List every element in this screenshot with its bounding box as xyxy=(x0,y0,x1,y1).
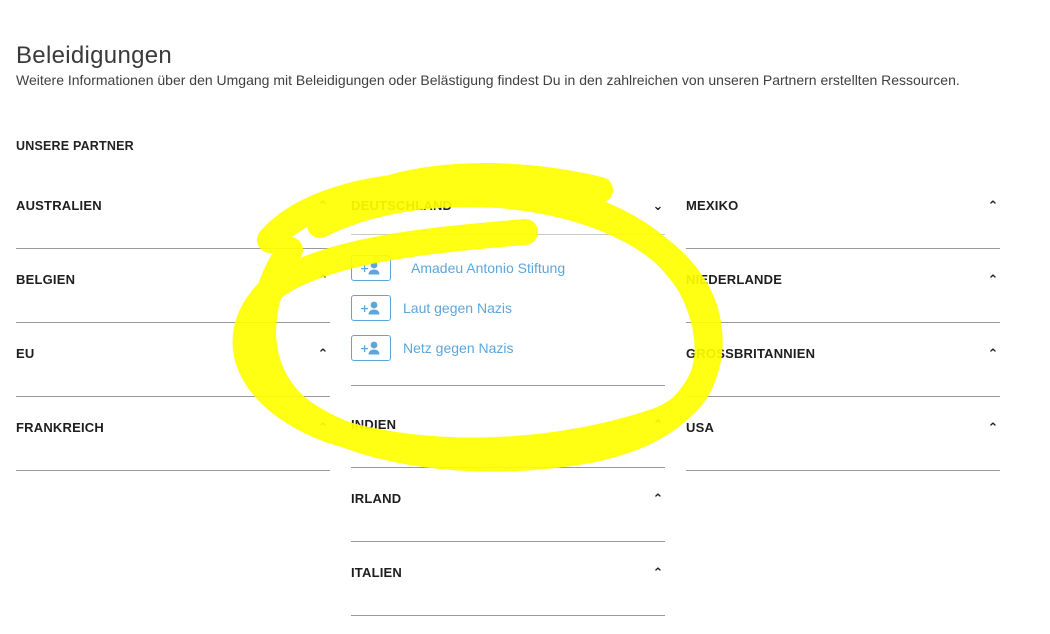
partners-column-middle: DEUTSCHLAND ⌄ + Amadeu Antonio Stiftung … xyxy=(351,175,665,616)
accordion-title: INDIEN xyxy=(351,416,397,432)
chevron-up-icon: ⌃ xyxy=(987,419,999,435)
resource-link-netz-gegen-nazis[interactable]: + Netz gegen Nazis xyxy=(351,333,665,363)
chevron-down-icon: ⌄ xyxy=(652,197,664,213)
accordion-toggle-usa[interactable]: USA ⌃ xyxy=(686,397,1000,457)
accordion-toggle-australien[interactable]: AUSTRALIEN ⌃ xyxy=(16,175,330,235)
svg-text:+: + xyxy=(360,262,369,275)
resource-link-amadeu-antonio-stiftung[interactable]: + Amadeu Antonio Stiftung xyxy=(351,253,665,283)
accordion-title: BELGIEN xyxy=(16,271,76,287)
accordion-item-eu: EU ⌃ xyxy=(16,323,330,397)
partners-heading: UNSERE PARTNER xyxy=(16,139,134,153)
chevron-up-icon: ⌃ xyxy=(652,564,664,580)
accordion-item-irland: IRLAND ⌃ xyxy=(351,468,665,542)
intro-text: Weitere Informationen über den Umgang mi… xyxy=(16,72,960,88)
accordion-title: FRANKREICH xyxy=(16,419,104,435)
accordion-item-niederlande: NIEDERLANDE ⌃ xyxy=(686,249,1000,323)
chevron-up-icon: ⌃ xyxy=(987,197,999,213)
chevron-up-icon: ⌃ xyxy=(652,416,664,432)
accordion-item-mexiko: MEXIKO ⌃ xyxy=(686,175,1000,249)
chevron-up-icon: ⌃ xyxy=(317,271,329,287)
accordion-toggle-italien[interactable]: ITALIEN ⌃ xyxy=(351,542,665,602)
accordion-title: DEUTSCHLAND xyxy=(351,197,453,213)
partners-column-right: MEXIKO ⌃ NIEDERLANDE ⌃ GROSSBRITANNIEN ⌃… xyxy=(686,175,1000,471)
accordion-toggle-indien[interactable]: INDIEN ⌃ xyxy=(351,394,665,454)
accordion-toggle-frankreich[interactable]: FRANKREICH ⌃ xyxy=(16,397,330,457)
chevron-up-icon: ⌃ xyxy=(317,197,329,213)
accordion-toggle-grossbritannien[interactable]: GROSSBRITANNIEN ⌃ xyxy=(686,323,1000,383)
accordion-title: NIEDERLANDE xyxy=(686,271,783,287)
accordion-toggle-deutschland[interactable]: DEUTSCHLAND ⌄ xyxy=(351,175,665,235)
accordion-title: GROSSBRITANNIEN xyxy=(686,345,816,361)
accordion-toggle-eu[interactable]: EU ⌃ xyxy=(16,323,330,383)
accordion-item-italien: ITALIEN ⌃ xyxy=(351,542,665,616)
accordion-item-usa: USA ⌃ xyxy=(686,397,1000,471)
partners-column-left: AUSTRALIEN ⌃ BELGIEN ⌃ EU ⌃ FRANKREICH ⌃ xyxy=(16,175,330,471)
accordion-toggle-niederlande[interactable]: NIEDERLANDE ⌃ xyxy=(686,249,1000,309)
resource-link-laut-gegen-nazis[interactable]: + Laut gegen Nazis xyxy=(351,293,665,323)
chevron-up-icon: ⌃ xyxy=(317,419,329,435)
accordion-item-indien: INDIEN ⌃ xyxy=(351,394,665,468)
svg-text:+: + xyxy=(360,342,369,355)
accordion-item-grossbritannien: GROSSBRITANNIEN ⌃ xyxy=(686,323,1000,397)
add-user-icon: + xyxy=(351,335,391,361)
chevron-up-icon: ⌃ xyxy=(987,345,999,361)
accordion-title: MEXIKO xyxy=(686,197,739,213)
accordion-item-belgien: BELGIEN ⌃ xyxy=(16,249,330,323)
accordion-title: AUSTRALIEN xyxy=(16,197,102,213)
resource-label: Amadeu Antonio Stiftung xyxy=(411,260,566,276)
resource-label: Laut gegen Nazis xyxy=(403,300,512,316)
chevron-up-icon: ⌃ xyxy=(317,345,329,361)
accordion-title: IRLAND xyxy=(351,490,402,506)
accordion-title: USA xyxy=(686,419,715,435)
accordion-item-deutschland: DEUTSCHLAND ⌄ + Amadeu Antonio Stiftung … xyxy=(351,175,665,386)
add-user-icon: + xyxy=(351,295,391,321)
accordion-title: ITALIEN xyxy=(351,564,402,580)
accordion-toggle-belgien[interactable]: BELGIEN ⌃ xyxy=(16,249,330,309)
accordion-toggle-mexiko[interactable]: MEXIKO ⌃ xyxy=(686,175,1000,235)
page-title: Beleidigungen xyxy=(16,42,173,70)
accordion-item-frankreich: FRANKREICH ⌃ xyxy=(16,397,330,471)
accordion-panel-deutschland: + Amadeu Antonio Stiftung + Laut gegen N… xyxy=(351,234,665,385)
chevron-up-icon: ⌃ xyxy=(987,271,999,287)
add-user-icon: + xyxy=(351,255,391,281)
chevron-up-icon: ⌃ xyxy=(652,490,664,506)
resource-label: Netz gegen Nazis xyxy=(403,340,514,356)
accordion-toggle-irland[interactable]: IRLAND ⌃ xyxy=(351,468,665,528)
accordion-item-australien: AUSTRALIEN ⌃ xyxy=(16,175,330,249)
accordion-title: EU xyxy=(16,345,35,361)
svg-text:+: + xyxy=(360,302,369,315)
